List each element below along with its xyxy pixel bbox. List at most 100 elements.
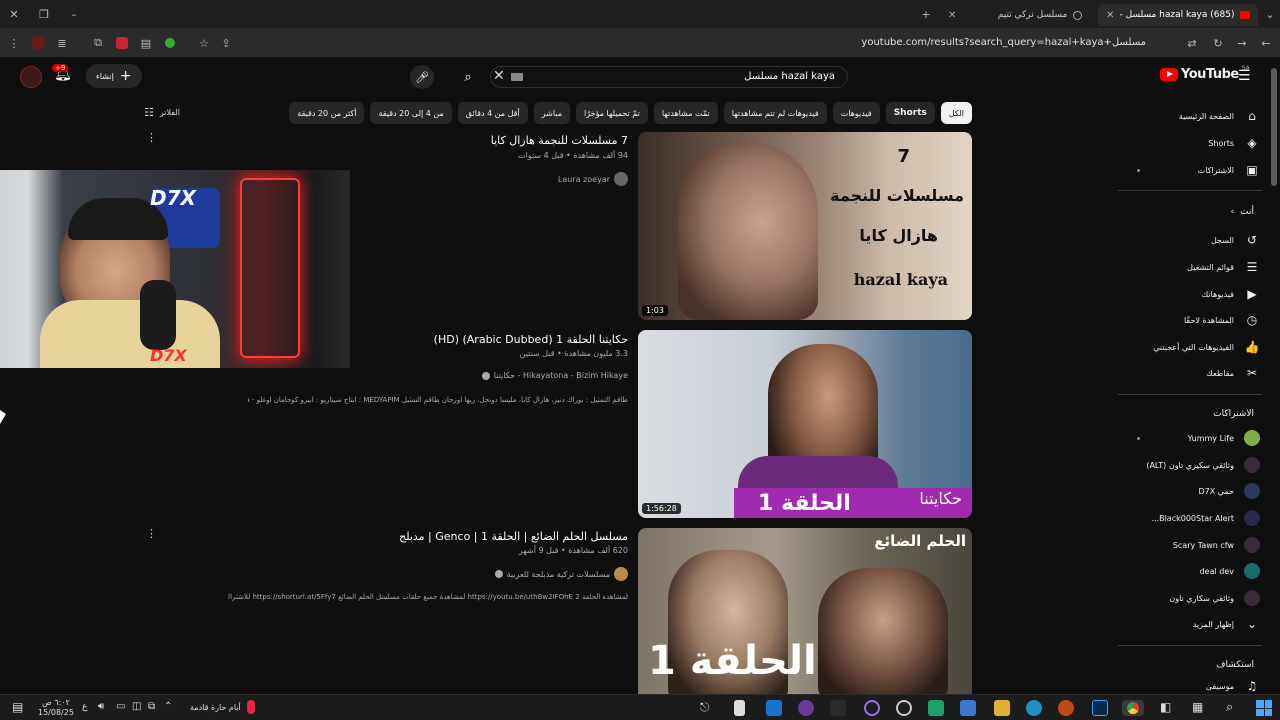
reload-icon[interactable]: ↻: [1210, 35, 1226, 51]
tab-search-icon[interactable]: ⌄: [1262, 6, 1278, 22]
chip-unwatched[interactable]: فيديوهات لم تتم مشاهدتها: [723, 102, 827, 124]
notifications-icon[interactable]: ▤: [12, 700, 23, 714]
sidebar-item-liked-videos[interactable]: 👍 الفيديوهات التي أعجبتني: [1120, 335, 1260, 359]
video-thumbnail[interactable]: الحلقة 1 حكايتنا 1:56:28: [638, 330, 972, 518]
window-restore-icon[interactable]: ❐: [36, 6, 52, 22]
sidebar-item-clips[interactable]: ✂ مقاطعك: [1120, 361, 1260, 385]
more-options-icon[interactable]: ⋮: [146, 131, 157, 144]
chip-recently-uploaded[interactable]: تمّ تحميلها مؤخرًا: [576, 102, 648, 124]
browser-menu-icon[interactable]: ⋮: [6, 35, 22, 51]
sidebar-sub-channel[interactable]: Yummy Life: [1120, 426, 1260, 450]
chevron-up-icon[interactable]: ⌃: [164, 701, 172, 712]
chip-all[interactable]: الكل: [940, 102, 972, 124]
create-button[interactable]: + إنشاء: [86, 64, 142, 88]
taskbar-photoshop-icon[interactable]: [1092, 700, 1108, 716]
sidebar-item-shorts[interactable]: ◈ Shorts: [1120, 131, 1260, 155]
sidebar-item-music[interactable]: ♫ موسيقى: [1120, 678, 1260, 694]
new-tab-icon[interactable]: +: [918, 6, 934, 22]
tab-youtube[interactable]: (685) hazal kaya مسلسل - YouTube ✕: [1098, 4, 1258, 26]
chip-under-4-min[interactable]: أقل من 4 دقائق: [457, 102, 528, 124]
task-view-icon[interactable]: ◧: [1160, 700, 1176, 716]
tray-icon[interactable]: ⧉: [148, 701, 155, 712]
network-icon[interactable]: ▭: [116, 701, 125, 712]
filters-button[interactable]: ☷ الفلاتر: [144, 106, 180, 119]
volume-icon[interactable]: 🔊︎: [98, 701, 104, 712]
taskbar-app-icon[interactable]: [830, 700, 846, 716]
sidebar-item-home[interactable]: ⌂ الصفحة الرئيسية: [1120, 104, 1260, 128]
taskbar-edge-icon[interactable]: [1026, 700, 1042, 716]
window-close-icon[interactable]: ✕: [6, 6, 22, 22]
sidebar-item-watch-later[interactable]: ◷ المشاهدة لاحقًا: [1120, 308, 1260, 332]
taskbar-notepad-icon[interactable]: [734, 700, 745, 716]
address-bar[interactable]: youtube.com/results?search_query=hazal+k…: [236, 32, 1236, 54]
back-icon[interactable]: ←: [1258, 35, 1274, 51]
widgets-icon[interactable]: ▦: [1192, 700, 1208, 716]
search-box[interactable]: hazal kaya مسلسل ✕: [490, 66, 848, 88]
sidebar-sub-channel[interactable]: وثائقي سكيري تاون (ALT): [1120, 453, 1260, 477]
taskbar-app-icon[interactable]: [798, 700, 814, 716]
extension-icon[interactable]: [162, 35, 178, 51]
chip-4-20-min[interactable]: من 4 إلى 20 دقيقة: [370, 102, 452, 124]
site-settings-icon[interactable]: ⇄: [1184, 35, 1200, 51]
channel-link[interactable]: Hikayatona - Bizim Hikaye - حكايتنا: [481, 371, 628, 380]
chip-live[interactable]: مباشر: [533, 102, 570, 124]
scrollbar-thumb[interactable]: [1271, 68, 1277, 186]
sidebar-sub-channel[interactable]: Scary Tawn cfw: [1120, 533, 1260, 557]
tab-close-icon[interactable]: ✕: [948, 10, 956, 21]
clock[interactable]: ٦:٠٢ ص 15/08/25: [38, 698, 74, 718]
tab-other[interactable]: مسلسل تركي تتيم ✕: [940, 4, 1090, 26]
tab-close-icon[interactable]: ✕: [1106, 10, 1114, 21]
video-title[interactable]: 7 مسلسلات للنجمة هازال كايا: [491, 134, 628, 147]
taskbar-app-icon[interactable]: ⎋: [700, 700, 716, 716]
extensions-puzzle-icon[interactable]: ⧉: [90, 35, 106, 51]
taskbar-app-icon[interactable]: [896, 700, 912, 716]
video-thumbnail[interactable]: الحلم الضائع الحلقة 1: [638, 528, 972, 694]
search-input[interactable]: hazal kaya مسلسل: [744, 71, 835, 82]
windows-start-icon[interactable]: [1256, 700, 1272, 716]
taskbar-chrome-active[interactable]: [1122, 700, 1144, 716]
sidebar-sub-channel[interactable]: Black000Star Alert...: [1120, 506, 1260, 530]
more-options-icon[interactable]: ⋮: [146, 527, 157, 540]
page-scrollbar[interactable]: [1268, 58, 1280, 694]
video-title[interactable]: حكايتنا الحلقة 1 (Arabic Dubbed) (HD): [434, 333, 628, 346]
channel-link[interactable]: مسلسلات تركية مدبلجة للعربية: [494, 567, 628, 581]
voice-search-mic-icon[interactable]: 🎤︎: [410, 65, 434, 89]
channel-link[interactable]: Laura zoeyar: [558, 172, 628, 186]
sidebar-item-history[interactable]: ↺ السجل: [1120, 228, 1260, 252]
extension-icon[interactable]: ▤: [138, 35, 154, 51]
bookmark-star-icon[interactable]: ☆: [196, 35, 212, 51]
language-indicator[interactable]: ع: [82, 702, 87, 712]
taskbar-search-icon[interactable]: ⌕: [1226, 700, 1242, 716]
chip-shorts[interactable]: Shorts: [885, 102, 935, 124]
profile-avatar[interactable]: [30, 35, 46, 51]
taskbar-app-icon[interactable]: [928, 700, 944, 716]
window-minimize-icon[interactable]: –: [66, 6, 82, 22]
chip-videos[interactable]: فيديوهات: [832, 102, 880, 124]
weather-widget[interactable]: أيام حارة قادمة: [190, 700, 255, 714]
chip-watched[interactable]: تمّت مشاهدتها: [653, 102, 718, 124]
keyboard-icon[interactable]: [511, 73, 523, 81]
taskbar-app-icon[interactable]: [864, 700, 880, 716]
sidebar-item-your-videos[interactable]: ▶ فيديوهاتك: [1120, 282, 1260, 306]
sidebar-sub-channel[interactable]: حمي D7X: [1120, 479, 1260, 503]
sidebar-you-header[interactable]: أنت ›: [1120, 207, 1254, 217]
search-button[interactable]: ⌕: [452, 66, 484, 88]
youtube-logo[interactable]: YouTube SA: [1160, 65, 1250, 82]
sidebar-show-more[interactable]: ⌄ إظهار المزيد: [1120, 612, 1260, 636]
chip-over-20-min[interactable]: أكثر من 20 دقيقة: [289, 102, 365, 124]
share-icon[interactable]: ⇪: [218, 35, 234, 51]
taskbar-explorer-icon[interactable]: [994, 700, 1010, 716]
sidebar-item-subscriptions[interactable]: ▣ الاشتراكات: [1120, 158, 1260, 182]
video-thumbnail[interactable]: 7 مسلسلات للنجمة هازال كايا hazal kaya 1…: [638, 132, 972, 320]
extension-icon[interactable]: ≣: [54, 35, 70, 51]
clear-search-icon[interactable]: ✕: [493, 68, 505, 84]
sidebar-sub-channel[interactable]: deal dev: [1120, 559, 1260, 583]
sidebar-sub-channel[interactable]: وثائقي سكاري تاون: [1120, 586, 1260, 610]
account-avatar[interactable]: [20, 66, 42, 88]
taskbar-vscode-icon[interactable]: [960, 700, 976, 716]
taskbar-outlook-icon[interactable]: [766, 700, 782, 716]
tray-icon[interactable]: ◫: [132, 701, 141, 712]
sidebar-item-playlists[interactable]: ☰ قوائم التشغيل: [1120, 255, 1260, 279]
video-title[interactable]: مسلسل الحلم الضائع | الحلقة 1 | Genco | …: [399, 530, 628, 543]
taskbar-app-icon[interactable]: [1058, 700, 1074, 716]
